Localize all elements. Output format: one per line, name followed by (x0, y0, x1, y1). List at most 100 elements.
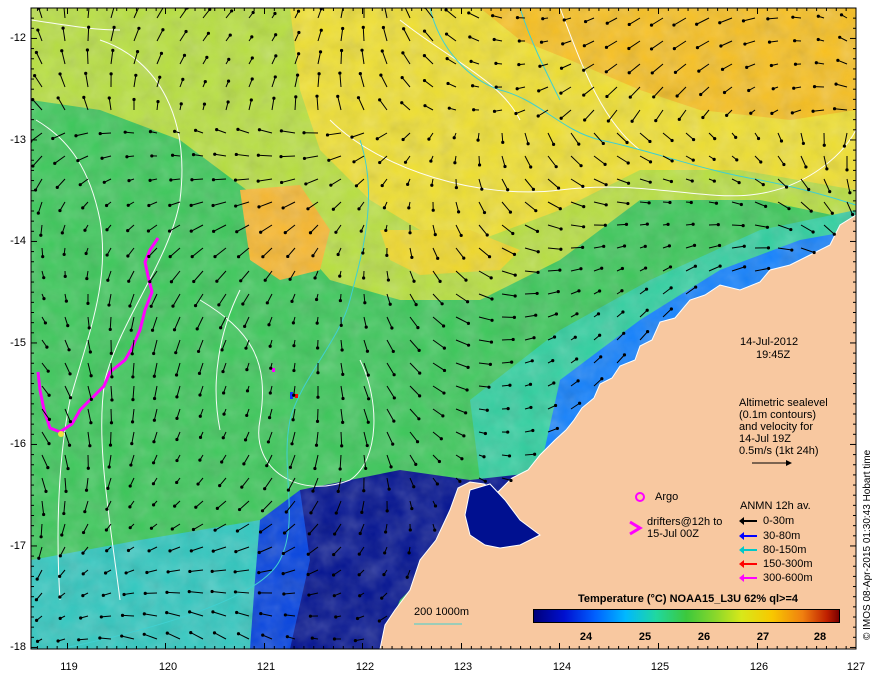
velocity-vector-head (235, 230, 239, 234)
velocity-vector-head (648, 180, 652, 184)
velocity-vector-head (256, 179, 260, 183)
velocity-vector-head (649, 47, 654, 51)
depth-contour-label: 200 1000m (414, 606, 470, 618)
velocity-vector-head (83, 228, 87, 232)
velocity-vector-head (745, 65, 749, 69)
velocity-vector-head (77, 638, 81, 642)
velocity-vector-head (131, 397, 135, 402)
velocity-vector-head (392, 419, 396, 423)
velocity-vector-head (212, 229, 216, 233)
colorbar-title: Temperature (°C) NOAA15_L3U 62% ql>=4 (578, 593, 798, 605)
velocity-vector-head (100, 156, 104, 160)
velocity-vector-head (602, 244, 606, 248)
velocity-vector-head (353, 639, 358, 643)
velocity-vector-head (581, 245, 585, 250)
velocity-vector-head (401, 137, 405, 142)
velocity-vector-head (245, 389, 250, 393)
velocity-vector-head (150, 328, 155, 332)
velocity-vector-head (315, 346, 320, 350)
velocity-vector-head (89, 374, 93, 378)
velocity-vector-head (110, 375, 114, 379)
velocity-vector-head (259, 230, 263, 234)
velocity-vector-head (508, 210, 513, 214)
velocity-vector-head (494, 61, 498, 65)
velocity-vector-head (605, 21, 609, 25)
velocity-vector-head (437, 459, 442, 464)
velocity-vector-head (230, 9, 234, 13)
velocity-vector-head (198, 414, 202, 418)
velocity-vector-head (257, 550, 261, 555)
velocity-vector-head (447, 106, 451, 110)
velocity-vector-head (311, 489, 315, 493)
velocity-vector-head (695, 22, 699, 26)
velocity-vector-head (302, 131, 306, 135)
velocity-vector-head (555, 426, 559, 431)
velocity-vector-head (211, 610, 215, 614)
velocity-vector-head (191, 153, 196, 157)
velocity-vector-head (66, 323, 70, 328)
velocity-vector-head (466, 365, 470, 369)
velocity-vector-head (573, 335, 577, 339)
arrow-icon (739, 546, 757, 554)
velocity-vector (87, 27, 90, 42)
velocity-vector-head (645, 308, 649, 312)
velocity-vector-head (562, 18, 566, 22)
velocity-vector-head (509, 478, 513, 483)
velocity-vector-head (68, 396, 73, 400)
velocity-vector-head (666, 222, 670, 226)
velocity-vector-head (596, 312, 601, 316)
velocity-vector-head (848, 191, 852, 195)
velocity-vector-head (458, 479, 462, 483)
velocity-vector-head (152, 351, 156, 356)
velocity-vector-head (789, 227, 793, 232)
velocity-vector-head (106, 278, 110, 282)
velocity-vector-head (138, 4, 141, 7)
velocity-vector-head (530, 359, 534, 363)
velocity-vector-head (55, 185, 59, 189)
drifters-label: 15-Jul 00Z (647, 528, 699, 540)
velocity-vector-head (842, 144, 846, 148)
velocity-vector-head (358, 531, 362, 536)
velocity-vector-head (332, 594, 336, 598)
velocity-vector-head (43, 321, 48, 325)
velocity-vector-head (534, 209, 538, 213)
velocity-vector-head (87, 25, 91, 29)
velocity-vector-head (60, 49, 64, 53)
velocity-vector-head (471, 84, 475, 88)
velocity-vector-head (135, 50, 140, 54)
velocity-vector-head (340, 444, 344, 448)
velocity-vector-head (603, 223, 607, 227)
velocity-vector-head (210, 569, 214, 574)
velocity-vector-head (58, 595, 62, 599)
velocity-vector-head (407, 206, 411, 210)
velocity-vector-head (403, 4, 406, 7)
velocity-vector-head (239, 279, 243, 283)
velocity-vector-head (442, 368, 447, 373)
velocity-vector-head (192, 279, 196, 284)
velocity-vector-head (152, 418, 156, 422)
velocity-vector-head (556, 186, 561, 190)
velocity-vector-head (332, 637, 337, 641)
velocity-vector-head (577, 142, 581, 146)
velocity-vector-head (267, 416, 272, 420)
velocity-vector-head (268, 344, 272, 348)
velocity-vector-head (129, 328, 133, 332)
velocity-vector-head (113, 3, 116, 6)
velocity-vector-head (756, 136, 761, 141)
velocity-vector-head (489, 340, 494, 344)
velocity-vector-head (302, 156, 307, 161)
velocity-vector-head (272, 96, 276, 100)
velocity-vector-head (339, 48, 344, 53)
velocity-vector-head (280, 180, 284, 185)
velocity-vector-head (341, 372, 345, 376)
velocity-vector-head (58, 72, 62, 76)
velocity-vector-head (600, 266, 604, 270)
velocity-vector-head (444, 8, 448, 12)
velocity-vector-head (378, 98, 382, 102)
velocity-vector-head (127, 279, 131, 283)
velocity-vector-head (103, 571, 108, 575)
velocity-vector-head (331, 207, 335, 211)
velocity-vector-head (554, 312, 559, 316)
velocity-vector-head (243, 438, 248, 442)
velocity-vector-head (790, 248, 794, 252)
